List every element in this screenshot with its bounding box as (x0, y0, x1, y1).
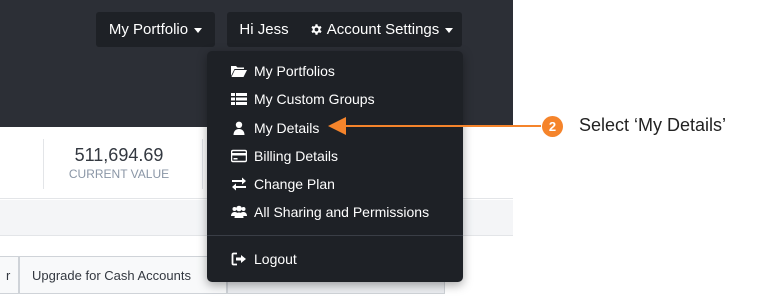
my-portfolio-label: My Portfolio (108, 21, 189, 38)
menu-divider (207, 235, 463, 236)
menu-item-change-plan[interactable]: Change Plan (231, 173, 335, 195)
account-settings-menu: My Portfolios My Custom Groups My Detail… (207, 51, 463, 282)
greeting-label: Hi Jess (239, 21, 289, 38)
caret-down-icon (194, 28, 203, 33)
stat-divider (202, 139, 203, 189)
menu-item-logout[interactable]: Logout (231, 248, 297, 270)
menu-item-billing-details[interactable]: Billing Details (231, 145, 338, 167)
menu-item-label: Change Plan (254, 176, 335, 192)
menu-item-label: My Custom Groups (254, 91, 375, 107)
menu-item-my-custom-groups[interactable]: My Custom Groups (231, 88, 375, 110)
my-portfolio-dropdown-button[interactable]: My Portfolio (96, 12, 215, 47)
list-icon (231, 93, 247, 105)
tab-partial-label: r (6, 267, 11, 283)
menu-item-label: Logout (254, 251, 297, 267)
account-settings-label: Account Settings (326, 21, 440, 38)
exchange-icon (232, 177, 246, 191)
user-icon (233, 121, 245, 135)
menu-item-my-details[interactable]: My Details (231, 117, 319, 139)
menu-item-my-portfolios[interactable]: My Portfolios (231, 60, 335, 82)
step-number-badge: 2 (542, 116, 563, 137)
callout-instruction: Select ‘My Details’ (579, 115, 727, 135)
menu-item-label: My Portfolios (254, 63, 335, 79)
account-settings-dropdown-button[interactable]: Account Settings (301, 12, 462, 47)
users-icon (231, 205, 247, 218)
current-value-amount: 511,694.69 (74, 145, 164, 165)
credit-card-icon (231, 149, 247, 163)
folder-open-icon (231, 66, 247, 77)
menu-item-label: My Details (254, 120, 320, 136)
callout-arrow-line (343, 125, 541, 127)
tab-upgrade-cash-accounts[interactable]: Upgrade for Cash Accounts (19, 256, 227, 294)
current-value-label: CURRENT VALUE (68, 167, 170, 181)
menu-item-all-sharing-permissions[interactable]: All Sharing and Permissions (231, 201, 429, 223)
menu-item-label: Billing Details (254, 148, 339, 164)
user-greeting[interactable]: Hi Jess (227, 12, 301, 47)
gear-icon (310, 23, 323, 36)
menu-item-label: All Sharing and Permissions (254, 204, 430, 220)
tab-partial[interactable]: r (0, 256, 19, 294)
caret-down-icon (445, 28, 454, 33)
sign-out-icon (231, 252, 246, 266)
tab-upgrade-label: Upgrade for Cash Accounts (32, 267, 191, 283)
